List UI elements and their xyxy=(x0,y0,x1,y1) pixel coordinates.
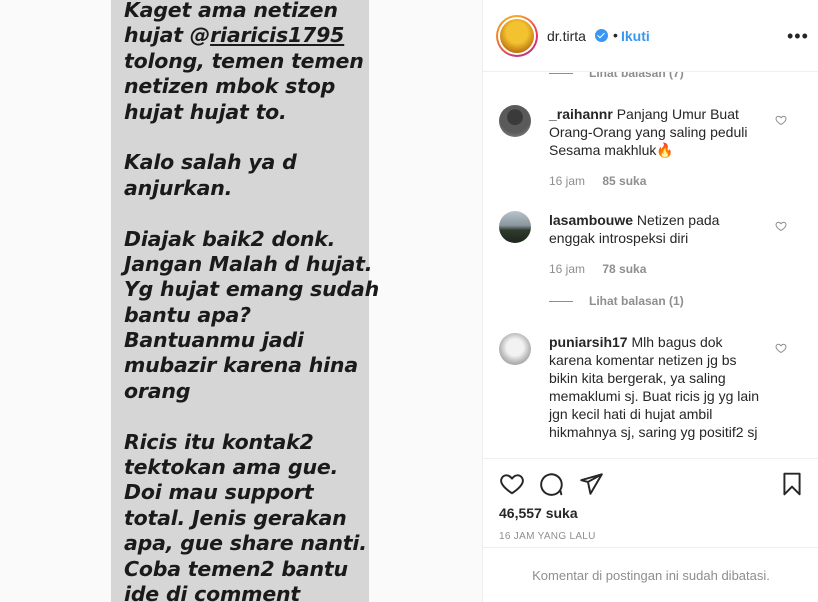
story-line: Coba temen2 bantu xyxy=(124,556,348,581)
comment-username[interactable]: lasambouwe xyxy=(549,212,633,228)
story-line: apa, gue share nanti. xyxy=(124,531,367,556)
author-username[interactable]: dr.tirta xyxy=(547,28,586,44)
comment-like-heart-icon[interactable] xyxy=(775,342,787,354)
comment-meta: 16 jam 78 suka xyxy=(549,262,646,276)
view-replies-button[interactable]: Lihat balasan (7) xyxy=(549,72,684,80)
commenter-avatar[interactable] xyxy=(499,211,531,243)
story-line: Yg hujat emang sudah xyxy=(124,277,380,302)
story-text: Kaget ama netizen hujat @riaricis1795 to… xyxy=(124,0,380,602)
story-line: Kaget ama netizen xyxy=(124,0,338,22)
post-actions: 46,557 suka 16 JAM YANG LALU Komentar di… xyxy=(483,458,818,602)
post-image: Kaget ama netizen hujat @riaricis1795 to… xyxy=(0,0,482,602)
commenter-avatar[interactable] xyxy=(499,333,531,365)
post-timestamp[interactable]: 16 JAM YANG LALU xyxy=(499,531,596,542)
story-line: hujat hujat to. xyxy=(124,99,287,124)
comment-username[interactable]: _raihannr xyxy=(549,106,613,122)
story-line: Doi mau support xyxy=(124,480,314,505)
story-line: Ricis itu kontak2 xyxy=(124,429,314,454)
comment-time[interactable]: 16 jam xyxy=(549,262,585,276)
story-line: tektokan ama gue. xyxy=(124,455,339,480)
comments-list[interactable]: Lihat balasan (7) _raihannr Panjang Umur… xyxy=(483,72,818,458)
verified-badge-icon xyxy=(595,29,608,42)
story-line: Jangan Malah d hujat. xyxy=(124,251,373,276)
story-line: mubazir karena hina xyxy=(124,353,358,378)
story-line-mention: hujat @riaricis1795 xyxy=(124,23,345,48)
mention-link: riaricis1795 xyxy=(210,23,345,48)
comment-meta: 16 jam 85 suka xyxy=(549,174,646,188)
story-line: bantu apa? xyxy=(124,302,251,327)
comment-like-heart-icon[interactable] xyxy=(775,220,787,232)
author-avatar[interactable] xyxy=(496,15,538,57)
post-header: dr.tirta • Ikuti ••• xyxy=(483,0,818,72)
story-line: netizen mbok stop xyxy=(124,74,336,99)
comment-icon[interactable] xyxy=(538,471,564,497)
follow-button[interactable]: Ikuti xyxy=(621,28,650,44)
comment-time[interactable]: 16 jam xyxy=(549,174,585,188)
comments-limited-notice: Komentar di postingan ini sudah dibatasi… xyxy=(483,547,818,602)
commenter-avatar[interactable] xyxy=(499,105,531,137)
story-line: Diajak baik2 donk. xyxy=(124,226,336,251)
share-icon[interactable] xyxy=(578,471,604,497)
view-replies-button[interactable]: Lihat balasan (1) xyxy=(549,294,684,308)
likes-count[interactable]: 46,557 suka xyxy=(499,505,578,521)
comment-username[interactable]: puniarsih17 xyxy=(549,334,628,350)
story-line: ide di comment xyxy=(124,581,301,602)
story-line: Bantuanmu jadi xyxy=(124,328,304,353)
comment-like-heart-icon[interactable] xyxy=(775,114,787,126)
story-line: anjurkan. xyxy=(124,175,233,200)
story-line: total. Jenis gerakan xyxy=(124,505,347,530)
story-line: tolong, temen temen xyxy=(124,48,364,73)
header-separator: • xyxy=(613,27,618,43)
post-side-panel: dr.tirta • Ikuti ••• Lihat balasan (7) _… xyxy=(482,0,818,602)
story-line: orang xyxy=(124,378,191,403)
comment-likes[interactable]: 85 suka xyxy=(602,174,646,188)
comment-likes[interactable]: 78 suka xyxy=(602,262,646,276)
heart-icon[interactable] xyxy=(499,471,525,497)
story-line: Kalo salah ya d xyxy=(124,150,297,175)
more-options-icon[interactable]: ••• xyxy=(787,26,809,47)
bookmark-icon[interactable] xyxy=(779,471,805,497)
